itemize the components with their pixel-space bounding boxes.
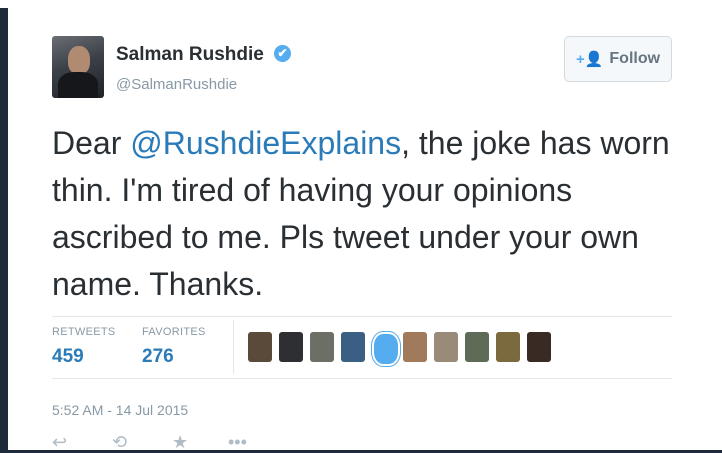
favoriter-avatar[interactable] <box>434 332 458 362</box>
verified-badge-icon: ✔ <box>274 45 291 62</box>
avatar-coat <box>58 72 98 98</box>
stats-separator <box>233 320 234 374</box>
author-name[interactable]: Salman Rushdie <box>116 44 264 66</box>
favoriter-avatar[interactable] <box>496 332 520 362</box>
favoriter-avatar[interactable] <box>248 332 272 362</box>
mention-link[interactable]: @RushdieExplains <box>130 125 401 161</box>
tweet-timestamp[interactable]: 5:52 AM - 14 Jul 2015 <box>52 402 188 418</box>
backdrop-edge <box>708 0 722 450</box>
favoriter-avatar[interactable] <box>310 332 334 362</box>
favoriter-avatar[interactable] <box>403 332 427 362</box>
favorites-label: FAVORITES <box>142 326 206 338</box>
tweet-card: Salman Rushdie ✔ @SalmanRushdie +👤 Follo… <box>8 0 708 452</box>
add-user-icon: +👤 <box>575 51 604 68</box>
author-handle[interactable]: @SalmanRushdie <box>116 76 237 93</box>
favoriter-avatar[interactable] <box>279 332 303 362</box>
avatar-face <box>68 46 90 74</box>
tweet-text: Dear @RushdieExplains, the joke has worn… <box>52 120 682 308</box>
favoriter-avatar[interactable] <box>372 332 400 366</box>
stats-top-divider <box>52 316 672 317</box>
favoriter-avatar[interactable] <box>465 332 489 362</box>
favoriter-avatar[interactable] <box>527 332 551 362</box>
retweets-count[interactable]: 459 <box>52 346 84 368</box>
retweets-label: RETWEETS <box>52 326 116 338</box>
stats-bottom-divider <box>52 378 672 379</box>
author-avatar[interactable] <box>52 36 104 98</box>
tweet-text-intro: Dear <box>52 125 131 161</box>
follow-button-label: Follow <box>609 50 661 67</box>
favorites-count[interactable]: 276 <box>142 346 174 368</box>
favoriter-avatar[interactable] <box>341 332 365 362</box>
follow-button[interactable]: +👤 Follow <box>564 36 672 82</box>
